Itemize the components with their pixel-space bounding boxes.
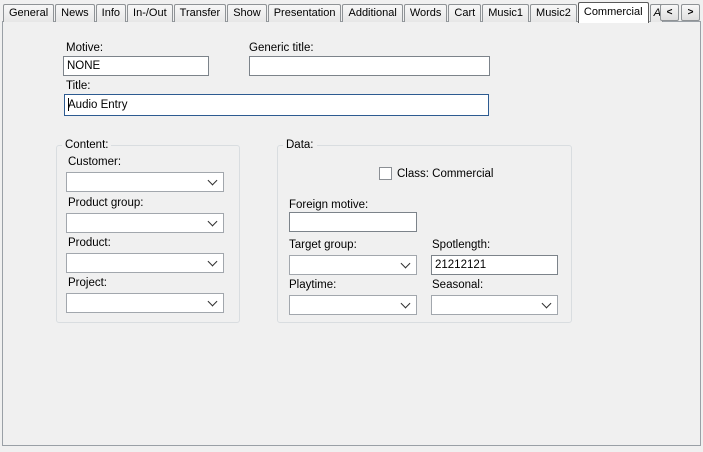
content-group-title: Content:	[62, 139, 111, 151]
chevron-down-icon	[208, 296, 218, 306]
spotlength-label: Spotlength:	[432, 239, 490, 251]
product-select[interactable]	[66, 253, 224, 273]
foreign-motive-input[interactable]	[289, 212, 417, 232]
chevron-down-icon	[208, 175, 218, 185]
motive-label: Motive:	[66, 42, 103, 54]
project-select[interactable]	[66, 293, 224, 313]
class-commercial-checkbox[interactable]	[379, 167, 392, 180]
generic-title-input[interactable]	[249, 56, 490, 76]
target-group-label: Target group:	[289, 239, 357, 251]
product-group-label: Product group:	[68, 197, 143, 209]
motive-input[interactable]	[63, 56, 209, 76]
product-label: Product:	[68, 237, 111, 249]
chevron-down-icon	[401, 298, 411, 308]
chevron-down-icon	[208, 256, 218, 266]
seasonal-label: Seasonal:	[432, 279, 483, 291]
tab-words[interactable]: Words	[404, 4, 448, 22]
tab-music2[interactable]: Music2	[530, 4, 577, 22]
tab-general[interactable]: General	[3, 4, 54, 22]
tab-show[interactable]: Show	[227, 4, 267, 22]
playtime-label: Playtime:	[289, 279, 336, 291]
commercial-dialog: General News Info In-/Out Transfer Show …	[0, 0, 703, 452]
title-input[interactable]	[64, 94, 489, 116]
foreign-motive-label: Foreign motive:	[289, 199, 368, 211]
tab-news[interactable]: News	[55, 4, 95, 22]
tab-music1[interactable]: Music1	[482, 4, 529, 22]
data-group-title: Data:	[283, 139, 317, 151]
tab-transfer[interactable]: Transfer	[174, 4, 227, 22]
tab-commercial[interactable]: Commercial	[578, 2, 649, 23]
chevron-down-icon	[401, 258, 411, 268]
title-label: Title:	[66, 80, 91, 92]
tab-additional[interactable]: Additional	[342, 4, 402, 22]
tab-scroll-left-button[interactable]: <	[660, 4, 679, 21]
text-caret	[68, 98, 69, 111]
seasonal-select[interactable]	[431, 295, 558, 315]
tab-bar: General News Info In-/Out Transfer Show …	[3, 2, 664, 22]
target-group-select[interactable]	[289, 255, 417, 275]
customer-label: Customer:	[68, 156, 121, 168]
tab-cart[interactable]: Cart	[448, 4, 481, 22]
tab-scroll-right-button[interactable]: >	[681, 4, 700, 21]
tab-in-out[interactable]: In-/Out	[127, 4, 173, 22]
project-label: Project:	[68, 277, 107, 289]
chevron-down-icon	[208, 216, 218, 226]
tab-info[interactable]: Info	[96, 4, 126, 22]
product-group-select[interactable]	[66, 213, 224, 233]
generic-title-label: Generic title:	[249, 42, 314, 54]
spotlength-input[interactable]	[431, 255, 558, 275]
class-commercial-label: Class: Commercial	[397, 168, 494, 180]
chevron-down-icon	[542, 298, 552, 308]
tab-presentation[interactable]: Presentation	[268, 4, 342, 22]
customer-select[interactable]	[66, 172, 224, 192]
playtime-select[interactable]	[289, 295, 417, 315]
